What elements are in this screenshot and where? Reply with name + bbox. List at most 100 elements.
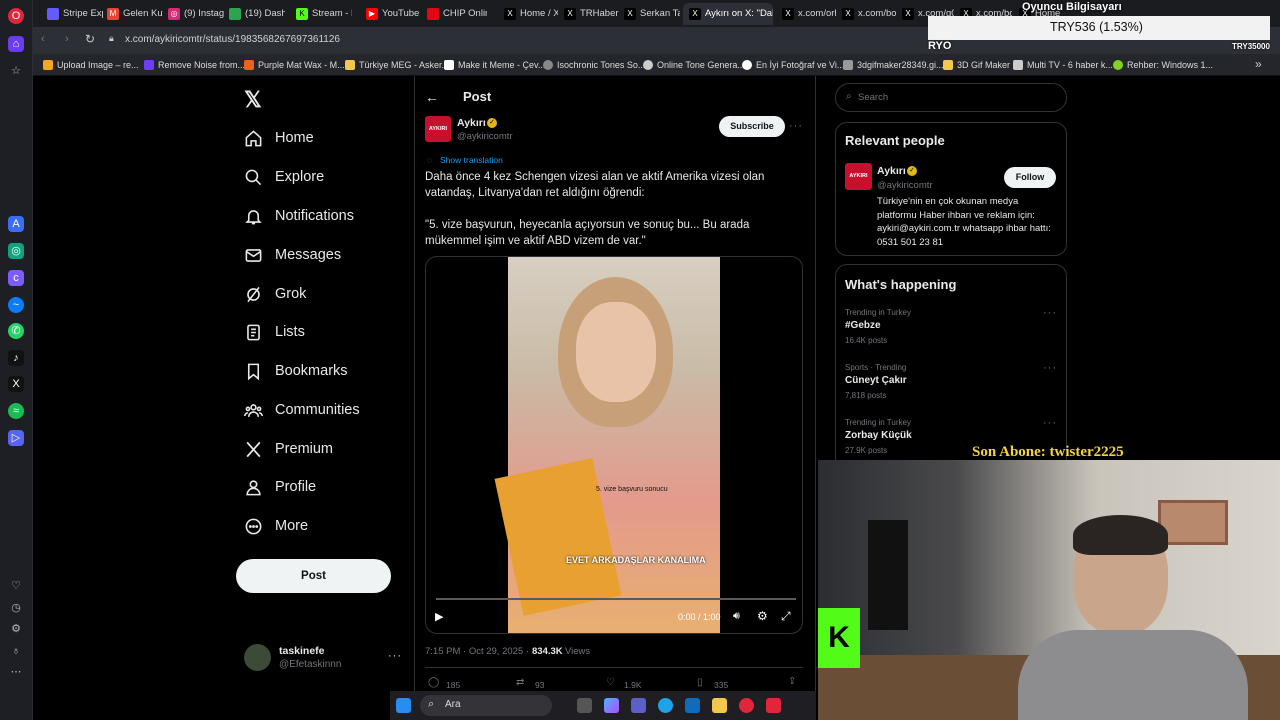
bookmark[interactable]: Remove Noise from... bbox=[144, 58, 245, 72]
search-input[interactable]: ⌕ Search bbox=[835, 83, 1067, 112]
relevant-avatar[interactable]: AYKIRI bbox=[845, 163, 872, 190]
bookmark[interactable]: Online Tone Genera... bbox=[643, 58, 745, 72]
subscribe-button[interactable]: Subscribe bbox=[719, 116, 785, 137]
bookmark[interactable]: Rehber: Windows 1... bbox=[1113, 58, 1213, 72]
tab[interactable]: X TRHaber on bbox=[558, 3, 620, 25]
spotify-icon[interactable]: ≈ bbox=[8, 403, 24, 419]
bookmark-label: En İyi Fotoğraf ve Vi... bbox=[756, 60, 845, 70]
nav-communities[interactable]: Communities bbox=[244, 395, 360, 425]
bookmark-action-icon[interactable]: ▯ bbox=[697, 677, 703, 688]
store-icon[interactable] bbox=[685, 698, 700, 713]
fullscreen-icon[interactable]: ⤢ bbox=[781, 609, 791, 624]
trend-name[interactable]: Zorbay Küçük bbox=[845, 430, 912, 441]
windows-start-icon[interactable] bbox=[396, 698, 411, 713]
author-name[interactable]: Aykırı bbox=[457, 117, 486, 129]
chatgpt-icon[interactable]: ◎ bbox=[8, 243, 24, 259]
bookmark[interactable]: Isochronic Tones So... bbox=[543, 58, 645, 72]
taskbar-search[interactable]: ⌕ Ara bbox=[420, 695, 552, 716]
tab[interactable]: Xx.com/bosu bbox=[836, 3, 896, 25]
account-menu-icon[interactable]: ··· bbox=[388, 650, 402, 662]
settings-icon[interactable]: ⚙ bbox=[8, 621, 24, 637]
nav-messages[interactable]: Messages bbox=[244, 240, 341, 270]
volume-icon[interactable]: 🔊︎ bbox=[733, 610, 740, 623]
bookmark[interactable]: Purple Mat Wax - M... bbox=[244, 58, 345, 72]
messenger-icon[interactable]: ~ bbox=[8, 297, 24, 313]
cs-icon[interactable]: c bbox=[8, 270, 24, 286]
trend-name[interactable]: Cüneyt Çakır bbox=[845, 375, 907, 386]
trend-menu-icon[interactable]: ··· bbox=[1043, 307, 1057, 319]
bookmark[interactable]: Upload Image – re... bbox=[43, 58, 139, 72]
show-translation-link[interactable]: Show translation bbox=[440, 155, 503, 165]
tab[interactable]: X Serkan Tan bbox=[618, 3, 680, 25]
tips-icon[interactable]: ♁ bbox=[8, 643, 24, 659]
nav-lists[interactable]: Lists bbox=[244, 317, 305, 347]
nav-more[interactable]: More bbox=[244, 511, 308, 541]
nav-notifications[interactable]: Notifications bbox=[244, 201, 354, 231]
share-icon[interactable]: ⇪ bbox=[788, 676, 796, 687]
bookmark[interactable]: Make it Meme - Çev... bbox=[444, 58, 545, 72]
nav-bookmarks[interactable]: Bookmarks bbox=[244, 356, 348, 386]
tab[interactable]: ▶ YouTube bbox=[360, 3, 422, 25]
x-logo-icon[interactable]: 𝕏 bbox=[244, 87, 262, 113]
reload-icon[interactable]: ↻ bbox=[85, 32, 95, 46]
trend-menu-icon[interactable]: ··· bbox=[1043, 362, 1057, 374]
trend-name[interactable]: #Gebze bbox=[845, 320, 881, 331]
play-icon[interactable]: ▶ bbox=[435, 610, 443, 623]
repost-icon[interactable]: ⇄ bbox=[516, 677, 524, 688]
tab[interactable]: M Gelen Kutu bbox=[101, 3, 163, 25]
history-icon[interactable]: ◷ bbox=[8, 600, 24, 616]
bookmark[interactable]: Türkiye MEG - Asker... bbox=[345, 58, 449, 72]
whatsapp-icon[interactable]: ✆ bbox=[8, 323, 24, 339]
tab[interactable]: Stripe Expr bbox=[41, 3, 103, 25]
tab[interactable]: Xx.com/orhn bbox=[776, 3, 836, 25]
forward-icon[interactable]: › bbox=[65, 33, 69, 45]
tiktok-icon[interactable]: ♪ bbox=[8, 350, 24, 366]
player-icon[interactable]: ▷ bbox=[8, 430, 24, 446]
task-view-icon[interactable] bbox=[577, 698, 592, 713]
nav-explore[interactable]: Explore bbox=[244, 162, 324, 192]
settings-icon[interactable]: ⚙ bbox=[757, 609, 768, 623]
app-w-icon[interactable] bbox=[766, 698, 781, 713]
nav-home[interactable]: Home bbox=[244, 123, 314, 153]
edge-icon[interactable] bbox=[658, 698, 673, 713]
aria-icon[interactable]: A bbox=[8, 216, 24, 232]
opera-logo-icon[interactable]: O bbox=[8, 8, 24, 24]
post-button[interactable]: Post bbox=[236, 559, 391, 593]
more-icon[interactable]: ⋯ bbox=[8, 664, 24, 680]
tab[interactable]: (19) Dashb bbox=[223, 3, 285, 25]
url-field[interactable]: x.com/aykiricomtr/status/198356826769736… bbox=[125, 31, 340, 49]
teams-icon[interactable] bbox=[631, 698, 646, 713]
home-icon[interactable]: ⌂ bbox=[8, 36, 24, 52]
nav-premium[interactable]: Premium bbox=[244, 434, 333, 464]
trend-menu-icon[interactable]: ··· bbox=[1043, 417, 1057, 429]
video-player[interactable]: 5. vize başvuru sonucu EVET ARKADAŞLAR K… bbox=[425, 256, 803, 634]
author-avatar[interactable]: AYKIRI bbox=[425, 116, 451, 142]
back-icon[interactable]: ‹ bbox=[41, 33, 45, 45]
tab[interactable]: X Home / X bbox=[498, 3, 558, 25]
reply-icon[interactable]: ◯ bbox=[428, 677, 439, 688]
post-menu-icon[interactable]: ··· bbox=[789, 120, 803, 132]
tab[interactable]: ◎ (9) Instagra bbox=[162, 3, 224, 25]
nav-grok[interactable]: Grok bbox=[244, 279, 306, 309]
heart-icon[interactable]: ♡ bbox=[8, 578, 24, 594]
back-arrow-icon[interactable]: ← bbox=[425, 89, 439, 105]
bookmarks-overflow-icon[interactable]: » bbox=[1255, 57, 1262, 71]
video-progress-bar[interactable] bbox=[436, 598, 796, 600]
bookmark[interactable]: En İyi Fotoğraf ve Vi... bbox=[742, 58, 844, 72]
pinboard-icon[interactable]: ☆ bbox=[8, 63, 24, 79]
file-explorer-icon[interactable] bbox=[712, 698, 727, 713]
avatar[interactable] bbox=[244, 644, 271, 671]
bookmark[interactable]: 3D Gif Maker bbox=[943, 58, 1010, 72]
x-icon[interactable]: X bbox=[8, 376, 24, 392]
tab-active[interactable]: X Aykırı on X: "Daha bbox=[683, 3, 773, 25]
opera-taskbar-icon[interactable] bbox=[739, 698, 754, 713]
tab[interactable]: K Stream - K bbox=[290, 3, 352, 25]
nav-profile[interactable]: Profile bbox=[244, 472, 316, 502]
like-icon[interactable]: ♡ bbox=[606, 677, 615, 688]
follow-button[interactable]: Follow bbox=[1004, 167, 1056, 188]
tab[interactable]: CHIP Onlin bbox=[421, 3, 487, 25]
copilot-icon[interactable] bbox=[604, 698, 619, 713]
relevant-name[interactable]: Aykırı bbox=[877, 165, 906, 177]
bookmark[interactable]: 3dgifmaker28349.gi... bbox=[843, 58, 944, 72]
bookmark[interactable]: Multi TV - 6 haber k... bbox=[1013, 58, 1113, 72]
